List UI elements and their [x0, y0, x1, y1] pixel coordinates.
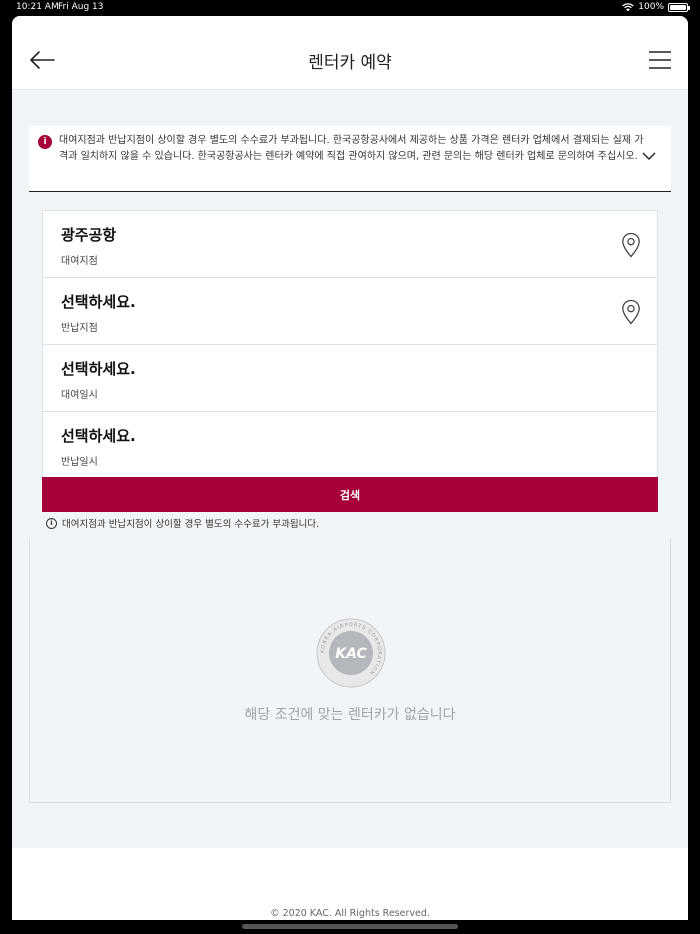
- empty-results-message: 해당 조건에 맞는 렌터카가 없습니다: [244, 707, 456, 723]
- location-pin-icon[interactable]: [621, 299, 641, 325]
- field-value: 광주공항: [61, 226, 117, 244]
- fee-hint: i 대여지점과 반납지점이 상이할 경우 별도의 수수료가 부과됩니다.: [46, 516, 319, 530]
- home-indicator[interactable]: [242, 924, 458, 929]
- kac-logo: KOREA AIRPORTS CORPORATION KAC: [316, 618, 386, 688]
- hint-text: 대여지점과 반납지점이 상이할 경우 별도의 수수료가 부과됩니다.: [62, 519, 320, 530]
- field-value: 선택하세요.: [61, 293, 136, 311]
- field-value: 선택하세요.: [61, 427, 136, 445]
- app-screen: 렌터카 예약 i 대여지점과 반납지점이 상이할 경우 별도의 수수료가 부과됩…: [12, 16, 688, 920]
- info-circle-icon: i: [46, 517, 57, 529]
- notice-banner[interactable]: i 대여지점과 반납지점이 상이할 경우 별도의 수수료가 부과됩니다. 한국공…: [29, 126, 671, 192]
- reservation-form: 광주공항 대여지점 선택하세요. 반납지점 선택하세요. 대여일시 선택하세요.…: [42, 210, 658, 480]
- status-time: 10:21 AM: [16, 2, 59, 12]
- results-panel: KOREA AIRPORTS CORPORATION KAC 해당 조건에 맞는…: [29, 539, 671, 803]
- location-pin-icon[interactable]: [621, 232, 641, 258]
- field-label: 대여일시: [61, 390, 98, 401]
- page-title: 렌터카 예약: [308, 53, 392, 73]
- copyright-text: © 2020 KAC. All Rights Reserved.: [270, 908, 430, 919]
- info-icon: i: [38, 135, 52, 149]
- status-date: Fri Aug 13: [58, 2, 104, 12]
- footer: © 2020 KAC. All Rights Reserved.: [12, 848, 688, 920]
- return-location-field[interactable]: 선택하세요. 반납지점: [43, 278, 657, 345]
- chevron-down-icon[interactable]: [641, 148, 657, 164]
- field-label: 반납일시: [61, 457, 98, 468]
- status-right: 100%: [622, 2, 690, 12]
- return-datetime-field[interactable]: 선택하세요. 반납일시: [43, 412, 657, 479]
- field-value: 선택하세요.: [61, 360, 136, 378]
- pickup-location-field[interactable]: 광주공항 대여지점: [43, 211, 657, 278]
- status-bar: 10:21 AM Fri Aug 13 100%: [0, 0, 700, 16]
- pickup-datetime-field[interactable]: 선택하세요. 대여일시: [43, 345, 657, 412]
- battery-percent: 100%: [638, 2, 664, 12]
- search-button[interactable]: 검색: [42, 477, 658, 512]
- hamburger-menu-icon[interactable]: [648, 48, 672, 72]
- app-header: 렌터카 예약: [12, 16, 688, 90]
- notice-text: 대여지점과 반납지점이 상이할 경우 별도의 수수료가 부과됩니다. 한국공항공…: [59, 135, 644, 162]
- wifi-icon: [622, 2, 634, 11]
- field-label: 대여지점: [61, 256, 98, 267]
- logo-text: KAC: [335, 646, 367, 662]
- field-label: 반납지점: [61, 323, 98, 334]
- battery-icon: [668, 2, 690, 12]
